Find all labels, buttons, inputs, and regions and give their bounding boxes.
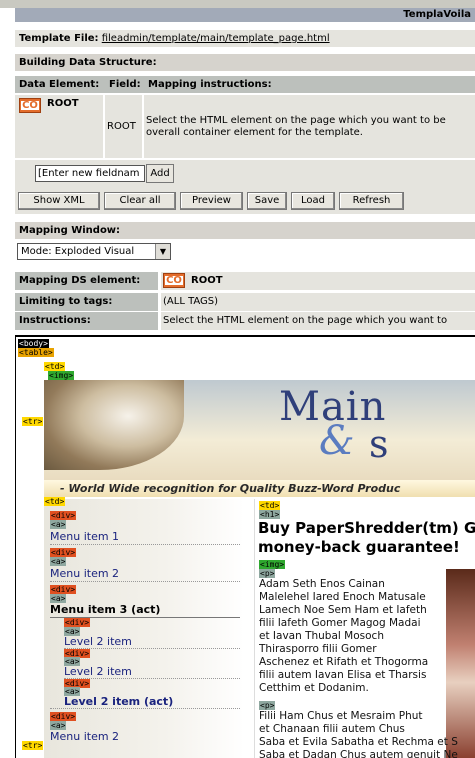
co-icon: CO [163, 272, 185, 288]
root-instruction-line1: Select the HTML element on the page whic… [146, 115, 446, 126]
tag-h1[interactable]: <h1> [259, 510, 281, 519]
root-field: ROOT [107, 121, 136, 132]
paragraph-2: Filii Ham Chus et Mesraim Phut et Chanaa… [259, 710, 458, 758]
banner-image: Main & s [44, 380, 475, 480]
template-file-link[interactable]: fileadmin/template/main/template_page.ht… [102, 33, 330, 44]
top-strip [0, 0, 475, 8]
template-file-row: Template File: fileadmin/template/main/t… [15, 30, 475, 47]
preview-button[interactable]: Preview [180, 192, 243, 210]
tag-div-l2a[interactable]: <div> [64, 618, 91, 627]
mapping-preview[interactable]: <body> <table> <tr> <td> <img> Main & s … [15, 335, 475, 758]
menu-item-2[interactable]: Menu item 2 [50, 567, 119, 580]
limiting-label: Limiting to tags: [15, 293, 158, 311]
tag-div-1[interactable]: <div> [50, 511, 77, 520]
menu-item-1[interactable]: Menu item 1 [50, 530, 119, 543]
level2-item-2[interactable]: Level 2 item [64, 665, 132, 678]
menu-item-3-active[interactable]: Menu item 3 (act) [50, 603, 160, 616]
headline-line-1: Buy PaperShredder(tm) Gi [258, 519, 475, 537]
tag-div-3[interactable]: <div> [50, 585, 77, 594]
new-field-input[interactable]: [Enter new fieldnam [35, 165, 145, 182]
show-xml-button[interactable]: Show XML [18, 192, 100, 210]
menu-separator [50, 708, 240, 709]
banner-tagline: - World Wide recognition for Quality Buz… [44, 480, 475, 497]
satellite-dish-image [44, 380, 184, 470]
root-field-cell: ROOT [105, 95, 142, 158]
tag-img[interactable]: <img> [48, 371, 75, 380]
tag-a-3[interactable]: <a> [50, 594, 67, 603]
mapping-ds-element-row: Mapping DS element: CO ROOT [15, 272, 475, 290]
mapping-ds-element-value: CO ROOT [161, 272, 475, 290]
root-instruction-line2: overall container element for the templa… [146, 127, 363, 138]
level2-item-active[interactable]: Level 2 item (act) [64, 695, 173, 708]
root-element-cell[interactable]: CO ROOT [15, 95, 103, 158]
mapping-window-title: Mapping Window: [15, 222, 475, 239]
chevron-down-icon[interactable]: ▼ [155, 244, 170, 259]
tag-a-2[interactable]: <a> [50, 557, 67, 566]
tag-tr[interactable]: <tr> [22, 417, 44, 426]
menu-separator [50, 581, 240, 582]
tag-tr-2[interactable]: <tr> [22, 741, 44, 750]
building-title: Building Data Structure: [15, 54, 475, 71]
save-button[interactable]: Save [247, 192, 287, 210]
tag-table[interactable]: <table> [18, 348, 54, 357]
instructions-value: Select the HTML element on the page whic… [161, 312, 475, 330]
template-file-label: Template File: [19, 33, 99, 44]
col-mapping-instructions: Mapping instructions: [144, 76, 475, 93]
tag-div-2[interactable]: <div> [50, 548, 77, 557]
tag-a-1[interactable]: <a> [50, 520, 67, 529]
banner-s-text: s [369, 422, 389, 466]
column-divider [254, 499, 255, 758]
limiting-row: Limiting to tags: (ALL TAGS) [15, 293, 475, 311]
tag-div-4[interactable]: <div> [50, 712, 77, 721]
menu-item-4[interactable]: Menu item 2 [50, 730, 119, 743]
tag-p-2[interactable]: <p> [259, 701, 276, 710]
tag-body[interactable]: <body> [18, 339, 49, 348]
paragraph-1: Adam Seth Enos Cainan Malelehel Iared En… [259, 578, 429, 694]
tag-td[interactable]: <td> [44, 362, 66, 371]
tag-td-menu[interactable]: <td> [44, 497, 66, 506]
app-title: TemplaVoila [15, 8, 475, 22]
limiting-value: (ALL TAGS) [161, 293, 475, 311]
ds-table: Data Element: Field: Mapping instruction… [15, 76, 475, 158]
headline-line-2: money-back guarantee! [258, 538, 460, 556]
level2-item-1[interactable]: Level 2 item [64, 635, 132, 648]
refresh-button[interactable]: Refresh [339, 192, 404, 210]
tag-img-content[interactable]: <img> [259, 560, 286, 569]
banner-amp-text: & [319, 418, 355, 464]
load-button[interactable]: Load [291, 192, 335, 210]
instructions-row: Instructions: Select the HTML element on… [15, 312, 475, 330]
menu-separator [64, 648, 240, 649]
mode-select[interactable]: Mode: Exploded Visual ▼ [17, 243, 171, 260]
root-instructions-cell: Select the HTML element on the page whic… [144, 95, 475, 158]
co-icon: CO [19, 98, 41, 113]
mode-select-value: Mode: Exploded Visual [21, 246, 135, 257]
menu-separator [50, 544, 240, 545]
mapping-ds-element-label: Mapping DS element: [15, 272, 158, 290]
root-name: ROOT [47, 98, 79, 109]
tag-p-1[interactable]: <p> [259, 569, 276, 578]
col-data-element: Data Element: [15, 76, 113, 93]
add-button[interactable]: Add [146, 164, 174, 183]
tag-td-content[interactable]: <td> [259, 501, 281, 510]
menu-separator [64, 678, 240, 679]
clear-all-button[interactable]: Clear all [104, 192, 176, 210]
tag-a-4[interactable]: <a> [50, 721, 67, 730]
instructions-label: Instructions: [15, 312, 158, 330]
